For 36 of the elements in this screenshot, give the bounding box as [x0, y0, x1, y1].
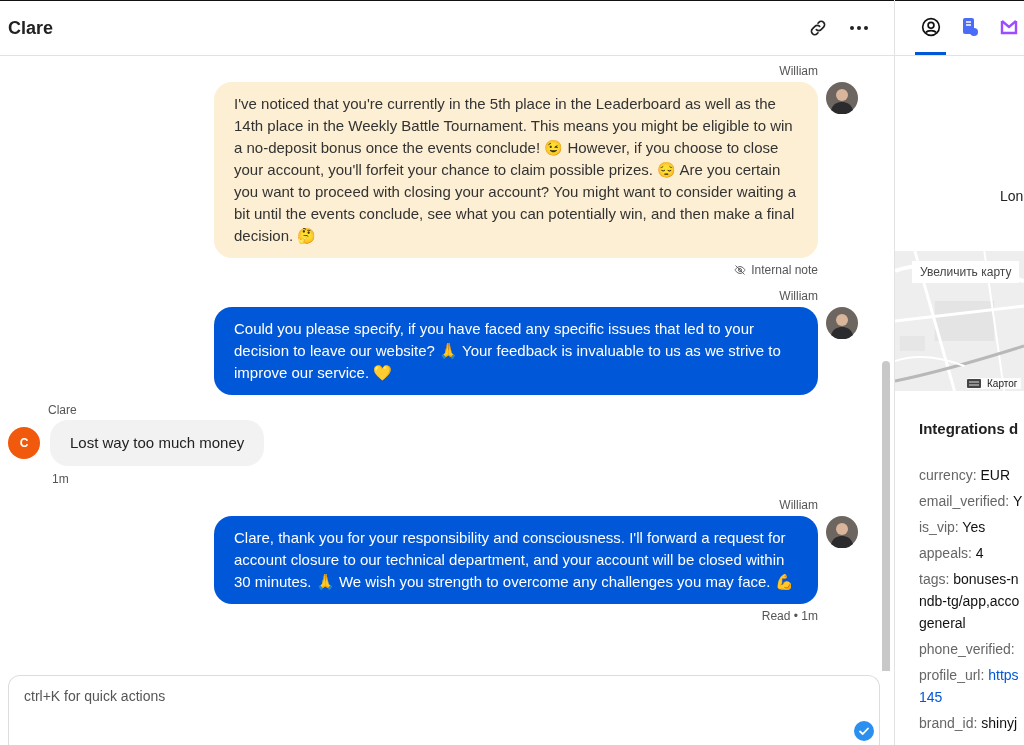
message-bubble: Clare, thank you for your responsibility and consciousness. I'll forward a request for account closure to our technical department, and your account will be closed within 30 minutes. 🙏 We wish you strength to overcome any challenges you may face. 💪 — [214, 516, 818, 604]
author-name: William — [779, 289, 818, 303]
message-bubble: Lost way too much money — [50, 420, 265, 466]
keyboard-icon[interactable] — [967, 379, 981, 388]
field-row-text: phone_verified: — [919, 640, 1016, 659]
message-bubble: Could you please specify, if you have faced any specific issues that led to your decision to leave our website? 🙏 Your feedback is invaluable to us as we strive to improve our service. 💛 — [214, 307, 818, 395]
field-row-text: appeals: 4 — [919, 544, 985, 563]
field-row-text: tags: bonuses-n ndb-tg/app,acco general — [919, 570, 1021, 633]
avatar — [826, 307, 858, 339]
field-row-text: profile_url: https 145 — [919, 666, 1020, 707]
author-name: William — [779, 64, 818, 78]
avatar — [826, 82, 858, 114]
section-title: Integrations d — [919, 420, 1020, 437]
profile-link[interactable]: https — [984, 667, 1019, 683]
message-time: 1m — [52, 472, 70, 486]
check-icon[interactable] — [854, 721, 874, 741]
author-name: William — [779, 498, 818, 512]
user-circle-icon — [920, 16, 941, 37]
eye-off-icon — [734, 264, 747, 276]
author-name: Clare — [48, 403, 78, 417]
enlarge-map-button[interactable]: Увеличить карту — [912, 261, 1020, 283]
internal-note-bubble: I've noticed that you're currently in the 5th place in the Leaderboard as well as the 14th place in the Weekly Battle Tournament. This means you might be eligible to win a no-deposit bonus once the events conclude! 😉 However, if you choose to close your account, you'll forfeit your chance to claim possible prizes. 😔 Are you certain you want to proceed with closing your account? You might want to consider waiting a bit until the events conclude, see what you can potentially win, and then make a final decision. 🤔 — [214, 82, 818, 258]
note-icon — [960, 16, 979, 37]
location-text: Lon — [1000, 188, 1024, 204]
avatar — [826, 516, 858, 548]
field-row-text: is_vip: Yes — [919, 518, 987, 537]
more-icon[interactable] — [848, 24, 870, 32]
note-label: Internal note — [751, 263, 818, 277]
field-row-text: currency: EUR — [919, 466, 1012, 485]
field-row-text: brand_id: shinyj — [919, 714, 1019, 733]
scrollbar-thumb[interactable] — [882, 361, 890, 671]
field-row-text: email_verified: Y — [919, 492, 1024, 511]
avatar: C — [8, 427, 40, 459]
chat-title: Clare — [8, 17, 54, 39]
profile-link[interactable]: 145 — [919, 689, 943, 705]
message-status: Read • 1m — [761, 609, 818, 623]
